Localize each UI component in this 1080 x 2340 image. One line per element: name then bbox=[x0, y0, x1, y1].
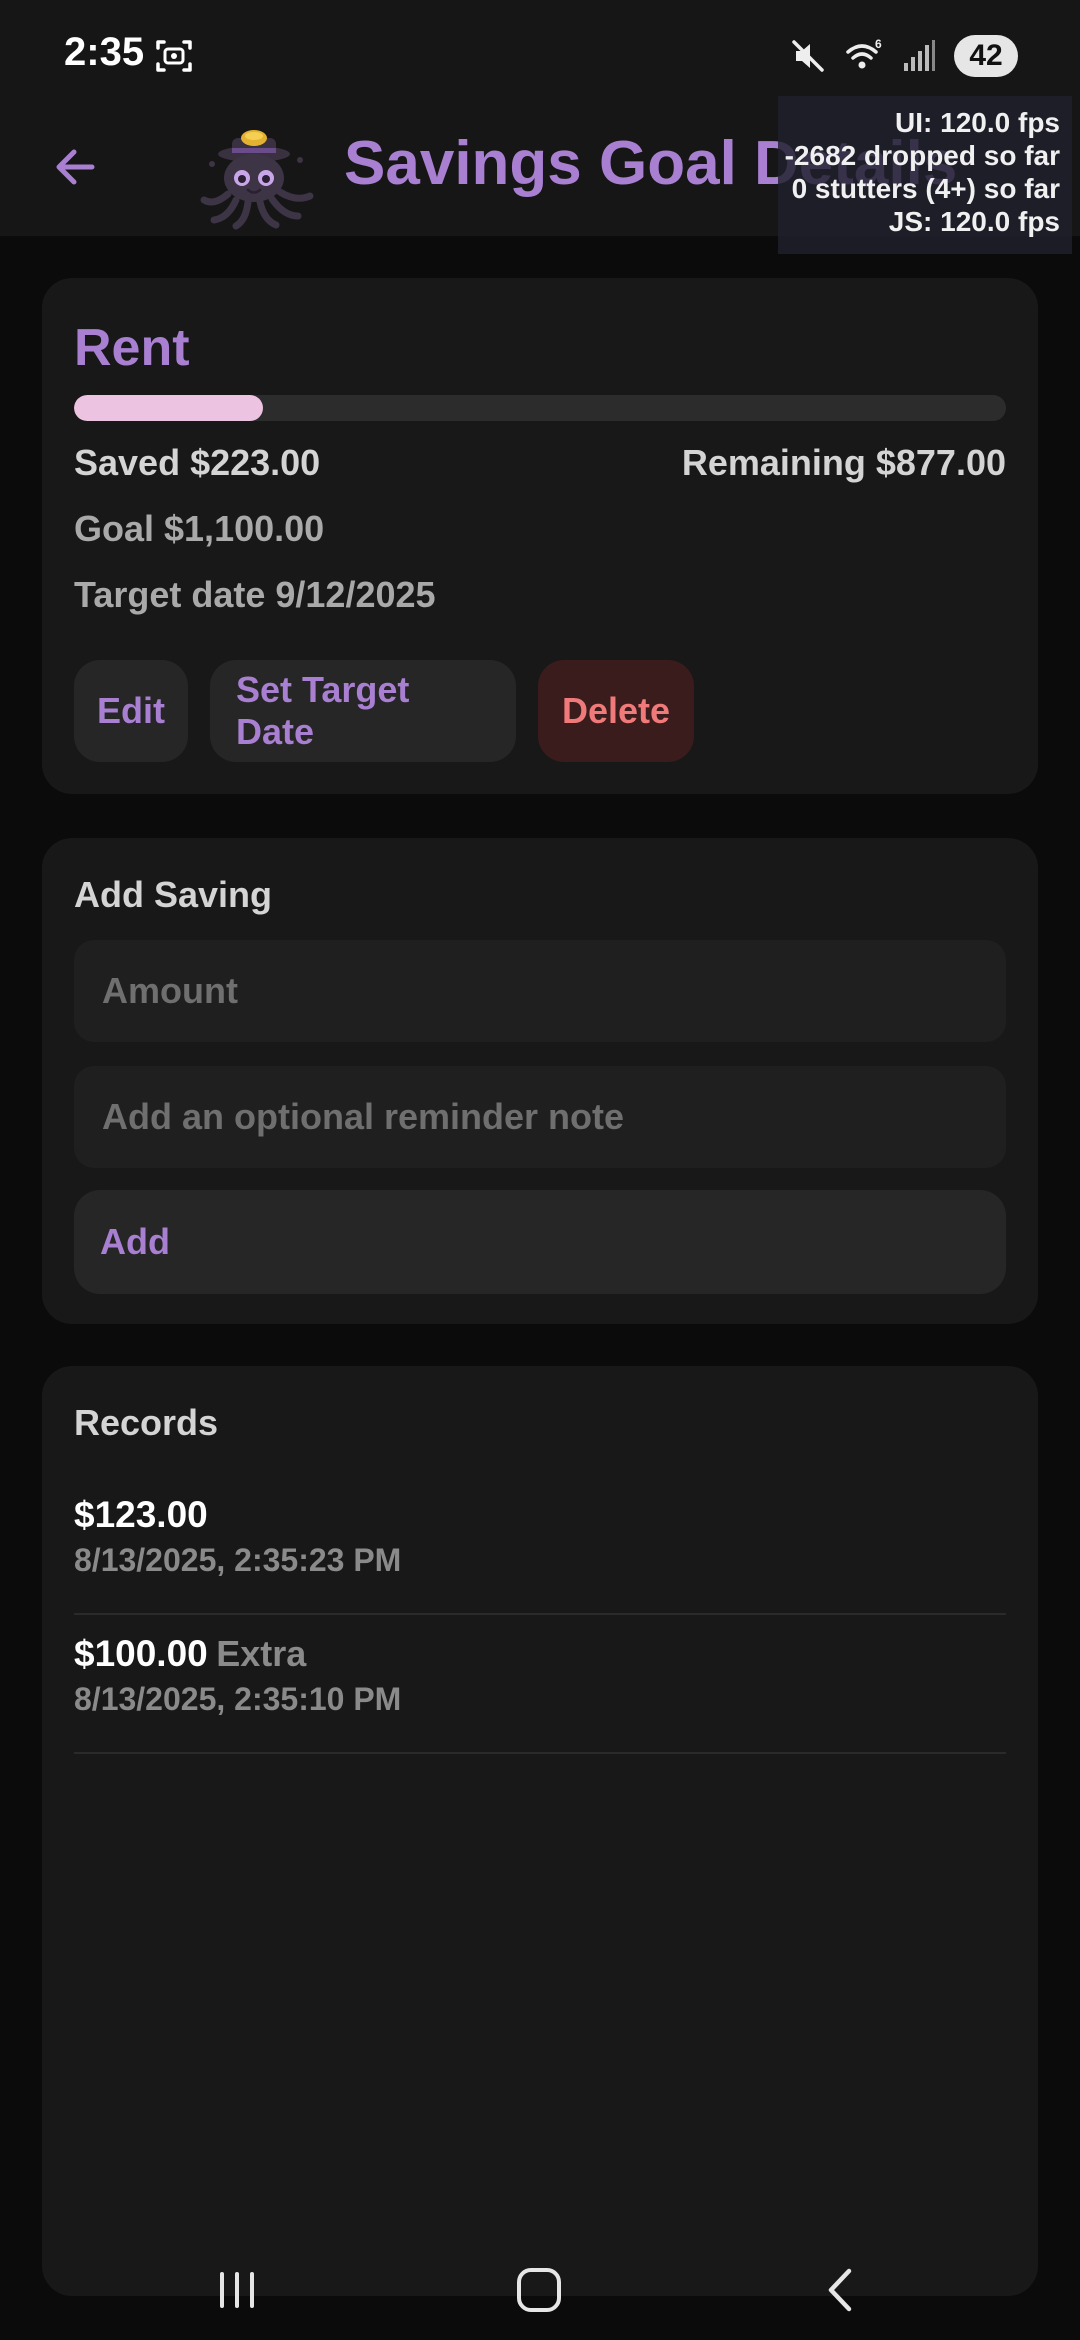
status-time: 2:35 bbox=[64, 30, 145, 74]
octopus-mascot-icon bbox=[200, 130, 314, 230]
record-timestamp: 8/13/2025, 2:35:10 PM bbox=[74, 1681, 402, 1717]
goal-actions: Edit Set Target Date Delete bbox=[74, 660, 694, 762]
record-note: Extra bbox=[216, 1633, 307, 1674]
note-field[interactable] bbox=[74, 1066, 1006, 1168]
back-icon bbox=[828, 2268, 852, 2312]
amount-input[interactable] bbox=[100, 969, 980, 1013]
status-bar: 2:35 6 42 bbox=[0, 0, 1080, 108]
add-button[interactable]: Add bbox=[74, 1190, 1006, 1294]
records-card: Records $123.00 8/13/2025, 2:35:23 PM $1… bbox=[42, 1366, 1038, 2296]
saved-amount: Saved $223.00 bbox=[74, 442, 321, 483]
record-header: $100.00 Extra bbox=[74, 1633, 1006, 1675]
wifi-icon: 6 bbox=[846, 38, 882, 69]
fps-stutters-text: 0 stutters (4+) so far bbox=[791, 173, 1060, 204]
fps-overlay: UI: 120.0 fps -2682 dropped so far 0 stu… bbox=[778, 96, 1072, 254]
goal-name: Rent bbox=[74, 319, 190, 377]
record-timestamp: 8/13/2025, 2:35:23 PM bbox=[74, 1542, 402, 1578]
system-nav-bar bbox=[0, 2240, 1080, 2340]
amount-field[interactable] bbox=[74, 940, 1006, 1042]
status-icons: 6 42 bbox=[790, 34, 1018, 78]
remaining-amount: Remaining $877.00 bbox=[681, 442, 1006, 483]
arrow-left-icon bbox=[56, 149, 95, 185]
set-target-date-button[interactable]: Set Target Date bbox=[210, 660, 516, 762]
add-saving-title: Add Saving bbox=[74, 874, 273, 915]
target-date: Target date 9/12/2025 bbox=[74, 574, 436, 615]
record-amount: $100.00 bbox=[74, 1633, 208, 1674]
home-icon bbox=[517, 2268, 561, 2312]
recents-icon bbox=[220, 2272, 254, 2308]
fps-ui-text: UI: 120.0 fps bbox=[895, 107, 1060, 138]
fps-js-text: JS: 120.0 fps bbox=[888, 206, 1060, 237]
app-screen: 2:35 6 42 Savings Goal Details UI: 120.0… bbox=[0, 0, 1080, 2340]
nav-back-button[interactable] bbox=[796, 2260, 886, 2320]
records-list: $123.00 8/13/2025, 2:35:23 PM $100.00 Ex… bbox=[74, 1476, 1006, 1754]
records-title: Records bbox=[74, 1402, 219, 1443]
battery-icon: 42 bbox=[954, 35, 1018, 77]
home-button[interactable] bbox=[494, 2260, 584, 2320]
record-header: $123.00 bbox=[74, 1494, 1006, 1536]
goal-summary-card: Rent Saved $223.00 Remaining $877.00 Goa… bbox=[42, 278, 1038, 794]
recents-button[interactable] bbox=[192, 2260, 282, 2320]
svg-text:6: 6 bbox=[875, 38, 882, 51]
mute-icon bbox=[792, 40, 824, 72]
goal-progress-fill bbox=[74, 395, 264, 421]
goal-progress-bar bbox=[74, 395, 1006, 421]
add-saving-card: Add Saving Add bbox=[42, 838, 1038, 1324]
reminder-note-input[interactable] bbox=[100, 1095, 980, 1139]
record-amount: $123.00 bbox=[74, 1494, 208, 1535]
fps-dropped-text: -2682 dropped so far bbox=[784, 140, 1060, 171]
signal-icon bbox=[904, 40, 935, 71]
record-item: $100.00 Extra 8/13/2025, 2:35:10 PM bbox=[74, 1615, 1006, 1754]
delete-button[interactable]: Delete bbox=[538, 660, 694, 762]
back-button[interactable] bbox=[40, 132, 110, 202]
goal-amount: Goal $1,100.00 bbox=[74, 508, 325, 549]
edit-button[interactable]: Edit bbox=[74, 660, 188, 762]
record-item: $123.00 8/13/2025, 2:35:23 PM bbox=[74, 1476, 1006, 1615]
screenshot-icon bbox=[156, 40, 192, 72]
